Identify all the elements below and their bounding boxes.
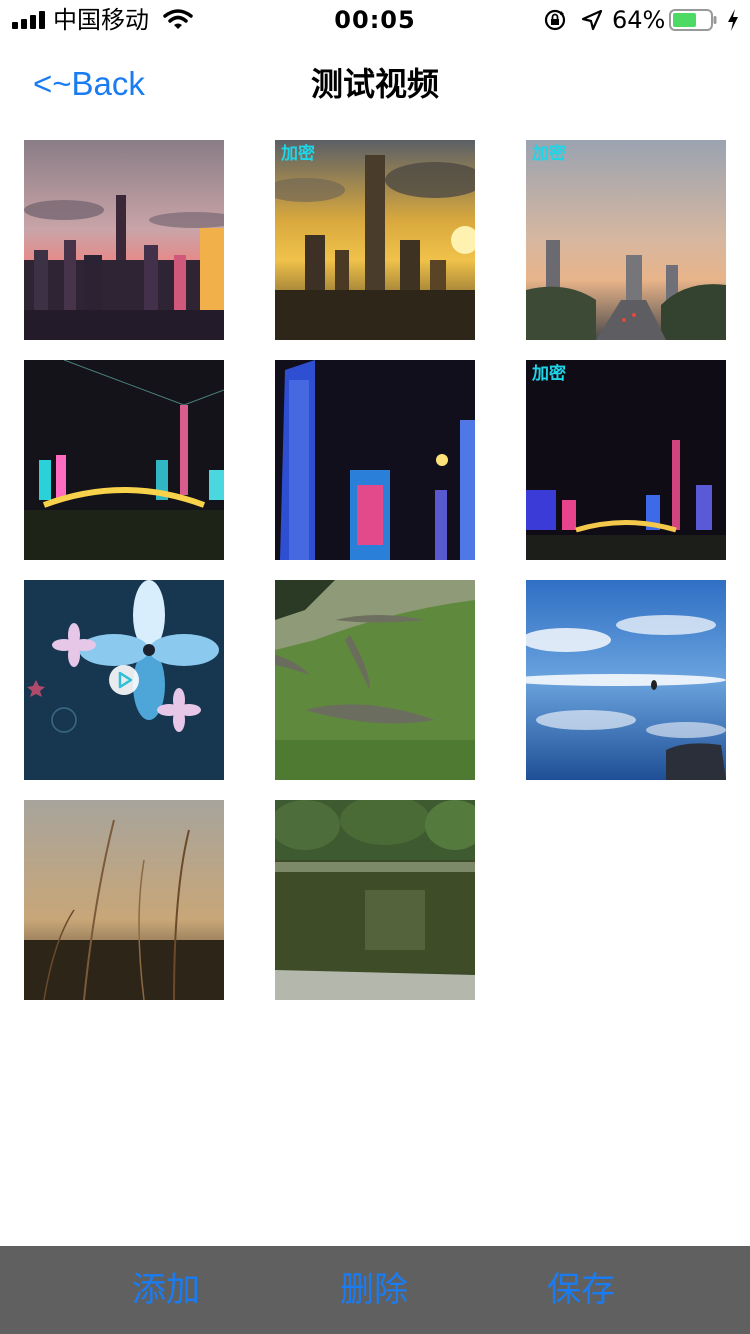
video-thumbnail[interactable] xyxy=(275,580,475,780)
thumbnail-image xyxy=(24,800,224,1000)
video-thumbnail[interactable] xyxy=(275,360,475,560)
thumbnail-image xyxy=(526,580,726,780)
video-thumbnail[interactable] xyxy=(24,580,224,780)
add-button[interactable]: 添加 xyxy=(106,1268,226,1312)
thumbnail-image xyxy=(24,140,224,340)
encrypted-badge: 加密 xyxy=(281,144,315,164)
navigation-bar: <~Back 测试视频 xyxy=(0,40,750,130)
thumbnail-image xyxy=(275,140,475,340)
play-icon[interactable] xyxy=(108,664,140,696)
battery-icon xyxy=(669,9,717,31)
charging-icon xyxy=(728,9,738,31)
thumbnail-image xyxy=(526,360,726,560)
video-thumbnail[interactable] xyxy=(526,580,726,780)
save-button[interactable]: 保存 xyxy=(521,1268,641,1312)
video-thumbnail[interactable] xyxy=(275,800,475,1000)
video-thumbnail[interactable]: 加密 xyxy=(526,140,726,340)
rotation-lock-icon xyxy=(544,9,566,31)
video-thumbnail[interactable]: 加密 xyxy=(526,360,726,560)
video-thumbnail[interactable] xyxy=(24,360,224,560)
thumbnail-image xyxy=(275,360,475,560)
thumbnail-image xyxy=(275,800,475,1000)
video-thumbnail[interactable] xyxy=(24,800,224,1000)
video-thumbnail[interactable]: 加密 xyxy=(275,140,475,340)
location-icon xyxy=(581,9,603,31)
thumbnail-image xyxy=(275,580,475,780)
video-thumbnail[interactable] xyxy=(24,140,224,340)
page-title: 测试视频 xyxy=(310,65,439,103)
status-bar: 中国移动 00:05 64% xyxy=(0,0,750,40)
encrypted-badge: 加密 xyxy=(532,364,566,384)
thumbnail-image xyxy=(24,360,224,560)
delete-button[interactable]: 删除 xyxy=(314,1268,434,1312)
bottom-toolbar: 添加 删除 保存 xyxy=(0,1246,750,1334)
encrypted-badge: 加密 xyxy=(532,144,566,164)
thumbnail-image xyxy=(526,140,726,340)
battery-percent: 64% xyxy=(612,6,666,34)
